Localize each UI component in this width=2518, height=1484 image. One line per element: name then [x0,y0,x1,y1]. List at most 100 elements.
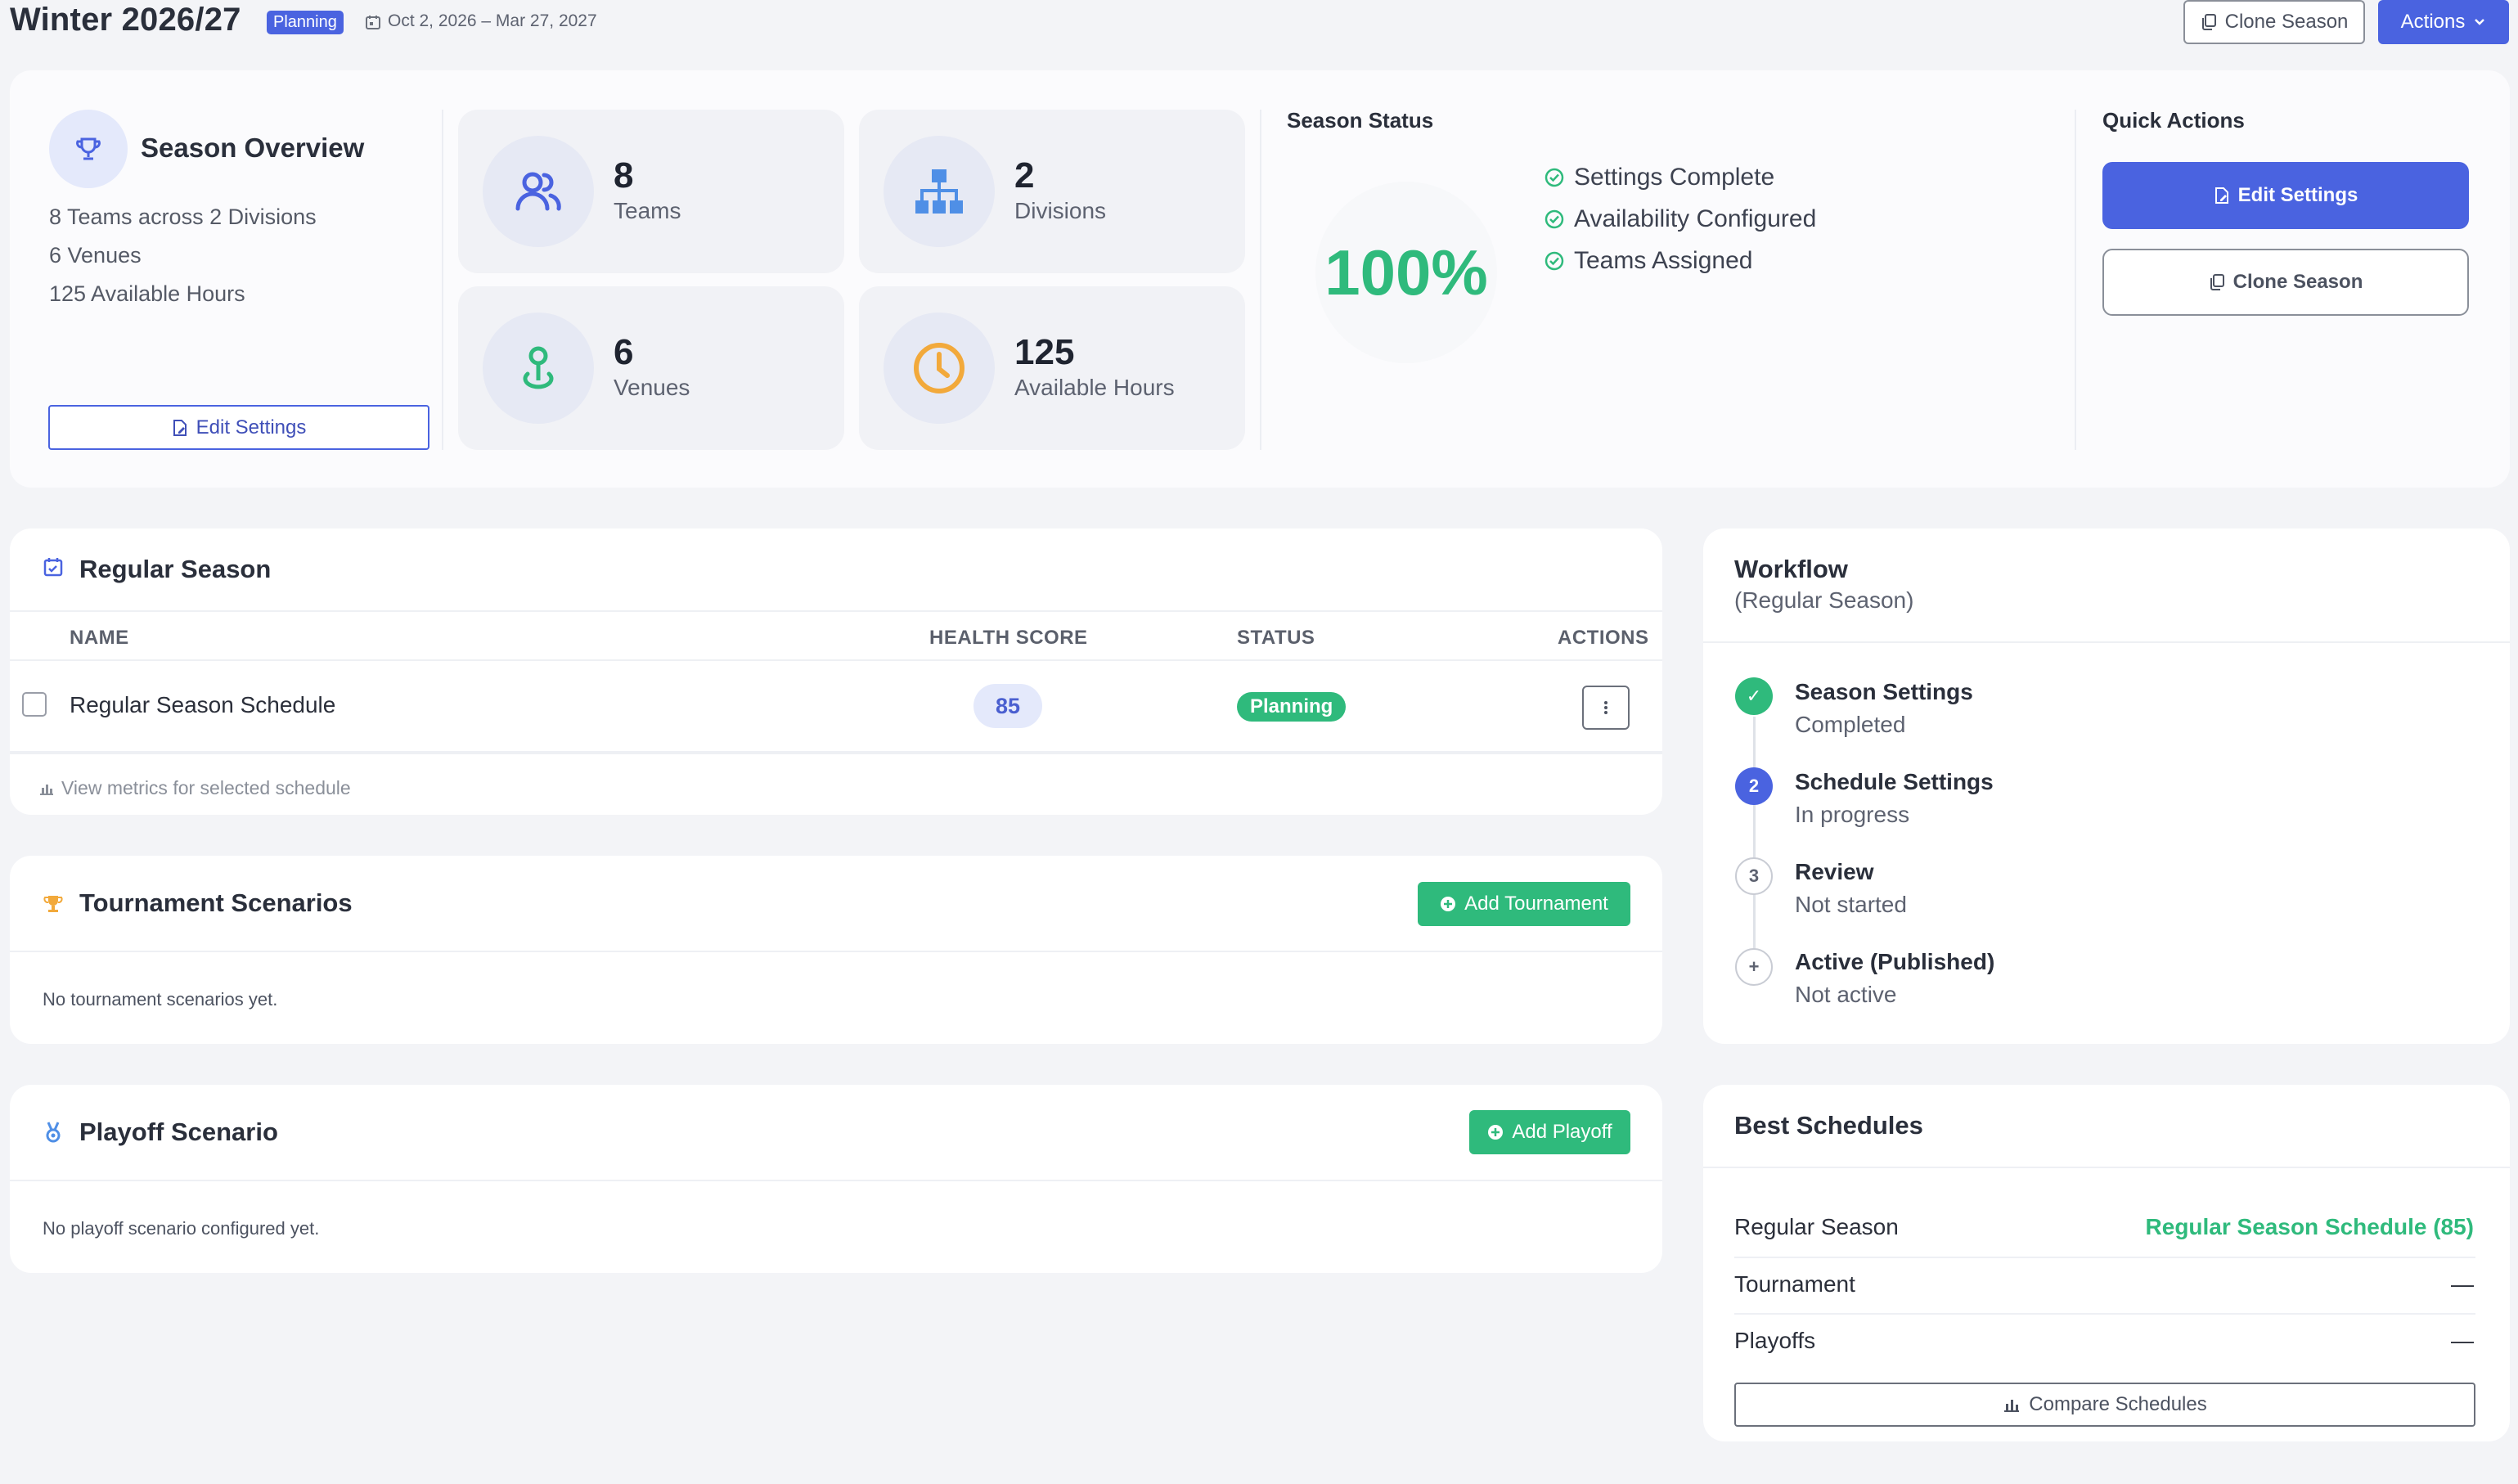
divider [10,1180,1662,1181]
step-pending-marker: + [1735,948,1773,986]
divider [2075,110,2076,450]
divisions-count: 2 [1014,155,1035,196]
location-pin-icon [483,313,594,424]
best-regular-schedule-link[interactable]: Regular Season Schedule (85) [2146,1214,2474,1240]
step-active-marker: 2 [1735,767,1773,805]
trophy-icon [43,893,64,915]
quick-edit-settings-button[interactable]: Edit Settings [2102,162,2469,229]
workflow-step-title[interactable]: Season Settings [1795,679,1973,705]
check-circle-icon [1545,209,1564,229]
column-header-actions: ACTIONS [1558,627,1649,649]
status-badge: Planning [1237,692,1347,722]
workflow-step-status: Not started [1795,892,1907,917]
bar-chart-icon [38,781,55,796]
quick-edit-label: Edit Settings [2237,184,2358,206]
calendar-check-icon [43,556,64,578]
add-tournament-label: Add Tournament [1464,893,1608,915]
copy-icon [2209,273,2225,291]
divider [10,610,1662,612]
column-header-status[interactable]: STATUS [1237,627,1315,650]
season-overview-title: Season Overview [141,133,365,163]
health-score-badge: 85 [973,684,1042,728]
quick-clone-season-button[interactable]: Clone Season [2102,249,2469,316]
overview-venues-summary: 6 Venues [49,243,142,268]
add-tournament-button[interactable]: Add Tournament [1418,882,1630,926]
quick-actions-title: Quick Actions [2102,108,2245,133]
status-check-availability: Availability Configured [1545,205,1816,233]
copy-icon [2201,13,2217,31]
clone-season-button[interactable]: Clone Season [2183,0,2365,44]
tournament-empty-message: No tournament scenarios yet. [43,989,278,1010]
edit-settings-button[interactable]: Edit Settings [48,405,429,450]
workflow-step-status: In progress [1795,802,1910,827]
status-check-teams: Teams Assigned [1545,247,1752,275]
workflow-subtitle: (Regular Season) [1734,587,1914,613]
status-badge: Planning [267,11,344,34]
workflow-step-title[interactable]: Active (Published) [1795,949,1994,975]
overview-teams-summary: 8 Teams across 2 Divisions [49,205,317,229]
status-check-label: Availability Configured [1574,205,1817,232]
clone-season-label: Clone Season [2224,11,2349,33]
divider [1260,110,1261,450]
view-metrics-label: View metrics for selected schedule [61,777,351,798]
column-header-name[interactable]: NAME [70,627,129,650]
compare-schedules-button[interactable]: Compare Schedules [1734,1383,2475,1427]
best-schedule-label: Regular Season [1734,1214,1899,1239]
workflow-step-status: Not active [1795,982,1897,1007]
teams-label: Teams [614,198,681,223]
tournament-scenarios-title: Tournament Scenarios [79,888,353,917]
best-schedule-label: Tournament [1734,1271,1855,1297]
hours-count: 125 [1014,332,1075,372]
check-circle-icon [1545,168,1564,187]
plus-circle-icon [1440,896,1456,912]
playoff-scenario-card [10,1085,1662,1273]
divider [10,951,1662,952]
workflow-step-title[interactable]: Review [1795,859,1874,885]
trophy-icon [49,110,128,188]
step-complete-marker: ✓ [1735,677,1773,715]
divisions-label: Divisions [1014,198,1107,223]
best-schedule-label: Playoffs [1734,1328,1816,1353]
actions-dropdown-button[interactable]: Actions [2378,0,2509,44]
more-vertical-icon [1603,699,1608,716]
divider [442,110,443,450]
edit-document-icon [2214,187,2230,205]
best-schedules-title: Best Schedules [1734,1111,1923,1140]
playoff-scenario-title: Playoff Scenario [79,1117,278,1146]
users-icon [483,136,594,247]
overview-hours-summary: 125 Available Hours [49,281,245,306]
regular-season-title: Regular Season [79,555,272,583]
edit-document-icon [172,419,188,437]
schedule-name[interactable]: Regular Season Schedule [70,692,335,718]
venues-label: Venues [614,375,690,400]
add-playoff-label: Add Playoff [1512,1121,1612,1143]
venues-count: 6 [614,332,634,372]
season-date-range: Oct 2, 2026 – Mar 27, 2027 [388,11,597,30]
status-check-settings: Settings Complete [1545,164,1774,191]
actions-label: Actions [2400,11,2466,33]
clock-icon [884,313,995,424]
row-select-checkbox[interactable] [22,692,47,717]
calendar-icon [365,14,381,30]
row-actions-button[interactable] [1582,686,1630,730]
season-status-title: Season Status [1287,108,1434,133]
column-header-health-score[interactable]: HEALTH SCORE [929,627,1088,650]
check-circle-icon [1545,251,1564,271]
best-tournament-value: — [2451,1271,2474,1297]
plus-circle-icon [1487,1124,1504,1140]
divider [1734,1313,2475,1315]
chevron-down-icon [2473,17,2486,27]
workflow-connector [1753,717,1756,977]
workflow-title: Workflow [1734,555,1848,583]
tournament-scenarios-card [10,856,1662,1044]
quick-clone-label: Clone Season [2232,271,2363,293]
workflow-step-title[interactable]: Schedule Settings [1795,769,1994,795]
add-playoff-button[interactable]: Add Playoff [1469,1110,1630,1154]
divider [1734,1257,2475,1258]
compare-schedules-label: Compare Schedules [2029,1393,2207,1415]
view-metrics-link[interactable]: View metrics for selected schedule [38,777,351,799]
bar-chart-icon [2003,1396,2021,1413]
divider [1703,1167,2510,1168]
status-check-label: Settings Complete [1574,164,1775,191]
completion-percent: 100% [1315,182,1497,363]
